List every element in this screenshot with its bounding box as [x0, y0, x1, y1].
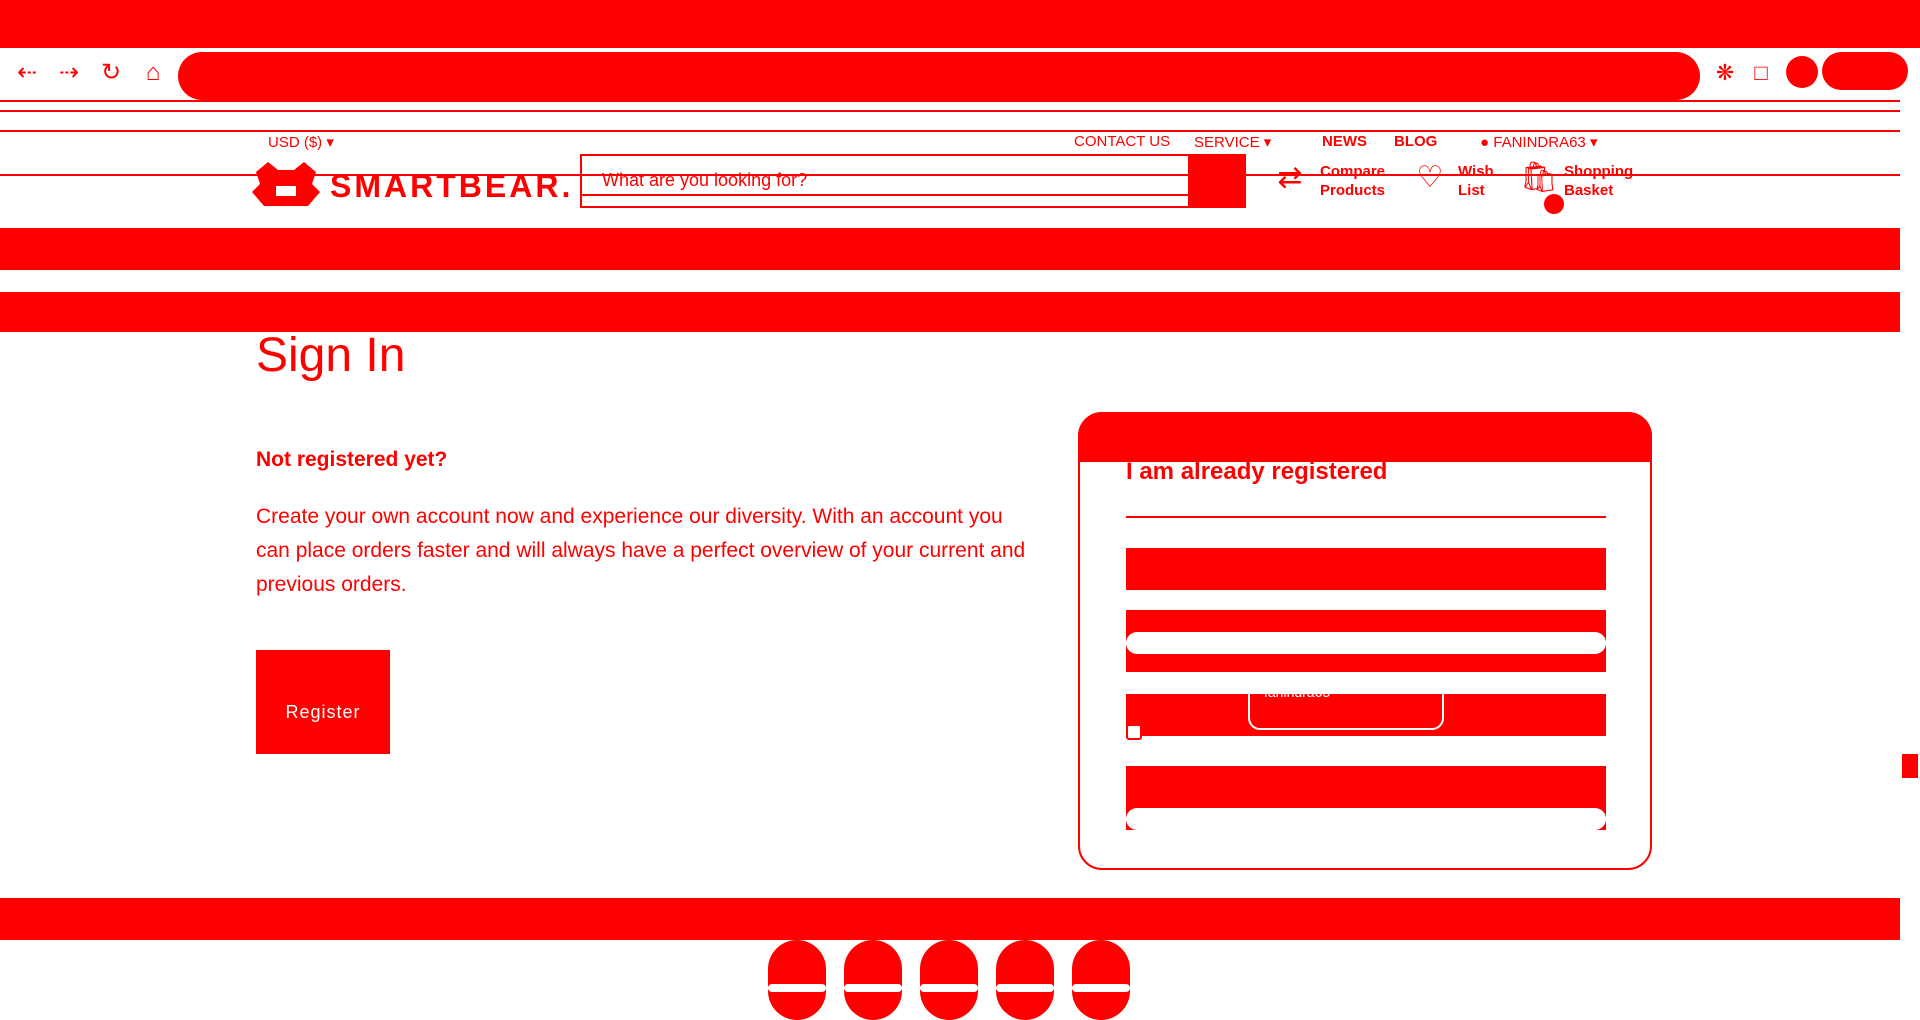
divider [1126, 516, 1606, 518]
linkedin-icon[interactable] [1072, 940, 1130, 1020]
page-title: Sign In [256, 329, 406, 382]
wish-label-line1: Wish [1458, 163, 1494, 180]
reload-icon[interactable]: ↻ [96, 58, 126, 88]
register-description: Create your own account now and experien… [256, 505, 1026, 596]
wish-label-line2: List [1458, 182, 1485, 199]
category-nav-bar [0, 228, 1900, 270]
instagram-icon[interactable] [920, 940, 978, 1020]
chevron-down-icon: ▾ [1589, 134, 1598, 151]
heart-icon[interactable]: ♡ [1412, 160, 1448, 196]
compare-label-line2: Products [1320, 182, 1386, 199]
divider [580, 194, 1246, 196]
password-input[interactable] [1126, 632, 1606, 654]
browser-menu-button[interactable] [1822, 52, 1908, 90]
not-registered-heading: Not registered yet? [256, 448, 448, 471]
login-heading: I am already registered [1126, 458, 1388, 485]
contact-link[interactable]: CONTACT US [1074, 133, 1170, 150]
shopping-bag-icon[interactable]: 🛍 [1520, 160, 1558, 196]
facebook-icon[interactable] [768, 940, 826, 1020]
user-icon: ● [1480, 134, 1490, 151]
back-icon[interactable]: ⇠ [12, 58, 42, 88]
compare-label-line1: Compare [1320, 163, 1386, 180]
sidebar-icon[interactable]: □ [1746, 58, 1776, 88]
search-button[interactable] [1190, 154, 1246, 208]
scrollbar-thumb[interactable] [1902, 754, 1918, 778]
address-bar[interactable] [178, 52, 1700, 100]
bear-logo-icon[interactable] [252, 162, 320, 206]
basket-count-badge [1544, 194, 1564, 214]
user-name: FANINDRA63 [1493, 134, 1586, 151]
login-button-inner [1126, 808, 1606, 830]
register-button-label: Register [285, 701, 361, 722]
service-label: SERVICE [1194, 134, 1260, 151]
footer-bar [0, 898, 1900, 940]
news-link[interactable]: NEWS [1322, 133, 1367, 150]
user-menu[interactable]: ● FANINDRA63 ▾ [1480, 133, 1597, 151]
currency-selector[interactable]: USD ($) ▾ [268, 133, 334, 151]
browser-tab-strip [0, 0, 1920, 48]
email-field[interactable] [1126, 548, 1606, 590]
forward-icon[interactable]: ⇢ [54, 58, 84, 88]
extensions-icon[interactable]: ❋ [1710, 58, 1740, 88]
chevron-down-icon: ▾ [1263, 134, 1272, 151]
basket-link[interactable]: Shopping Basket [1564, 162, 1633, 200]
twitter-icon[interactable] [844, 940, 902, 1020]
search-input[interactable] [600, 166, 1160, 194]
service-menu[interactable]: SERVICE ▾ [1194, 133, 1271, 151]
remember-me-checkbox[interactable] [1126, 724, 1142, 740]
basket-label-line2: Basket [1564, 182, 1614, 199]
basket-label-line1: Shopping [1564, 163, 1634, 180]
compare-link[interactable]: Compare Products [1320, 162, 1385, 200]
blog-link[interactable]: BLOG [1394, 133, 1437, 150]
page-scrollbar[interactable] [1900, 100, 1920, 1020]
register-button[interactable]: Register [256, 650, 390, 754]
currency-label: USD ($) [268, 134, 323, 151]
divider [0, 110, 1900, 112]
username-value[interactable]: fanindra63 [1248, 680, 1444, 730]
breadcrumb-bar [0, 292, 1900, 332]
compare-icon[interactable]: ⇄ [1272, 160, 1308, 196]
wishlist-link[interactable]: Wish List [1458, 162, 1494, 200]
profile-avatar[interactable] [1786, 56, 1818, 88]
chevron-down-icon: ▾ [326, 134, 334, 151]
divider [0, 100, 1900, 102]
login-card-header [1078, 412, 1652, 462]
youtube-icon[interactable] [996, 940, 1054, 1020]
brand-logo-text[interactable]: SMARTBEAR. [330, 168, 573, 205]
home-icon[interactable]: ⌂ [138, 58, 168, 88]
